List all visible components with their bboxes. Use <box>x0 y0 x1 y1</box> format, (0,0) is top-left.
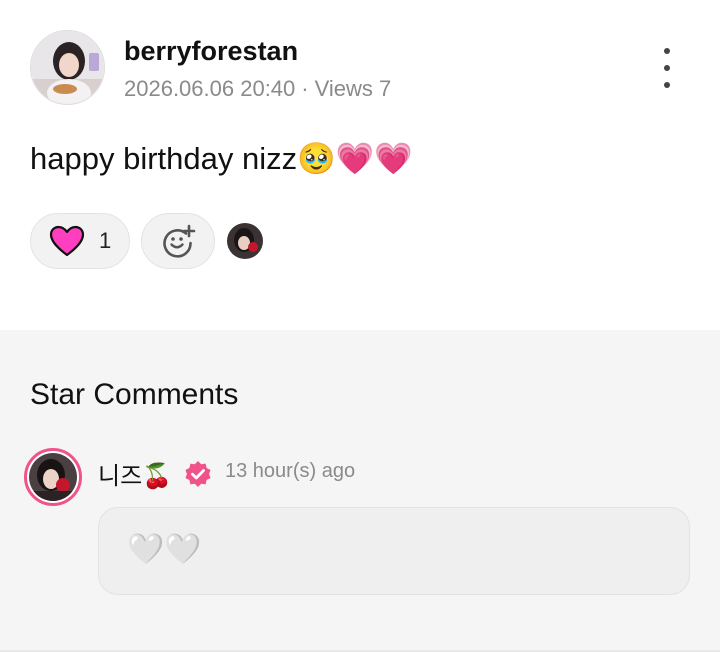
comment-bubble: 🤍🤍 <box>98 507 690 595</box>
star-comments-section: Star Comments 니즈🍒 13 hour(s) ago 🤍🤍 <box>0 330 720 652</box>
more-dot <box>664 65 670 71</box>
post-views: Views 7 <box>314 76 392 101</box>
post-body: happy birthday nizz🥹💗💗 <box>30 141 413 176</box>
more-vertical-icon <box>664 48 670 54</box>
like-button[interactable]: 1 <box>30 213 130 269</box>
meta-separator: · <box>301 76 309 101</box>
post-date: 2026.06.06 20:40 <box>124 76 296 101</box>
post-meta: 2026.06.06 20:40 · Views 7 <box>124 76 391 102</box>
heart-icon <box>49 225 85 257</box>
more-options-button[interactable] <box>652 48 682 88</box>
comment-author-avatar[interactable] <box>24 448 82 506</box>
verified-badge-icon <box>185 460 211 487</box>
reactor-avatar[interactable] <box>227 223 263 259</box>
like-count: 1 <box>99 228 112 253</box>
section-title: Star Comments <box>30 378 239 411</box>
comment-author-name: 니즈🍒 <box>98 463 173 490</box>
add-reaction-button[interactable] <box>141 213 215 269</box>
reaction-bar: 1 <box>30 213 263 269</box>
smiley-plus-icon <box>163 224 196 258</box>
comment-author[interactable]: 니즈🍒 <box>98 456 212 491</box>
author-avatar[interactable] <box>30 30 105 105</box>
author-username[interactable]: berryforestan <box>124 36 298 67</box>
comment-timestamp: 13 hour(s) ago <box>225 460 356 482</box>
post-card: berryforestan 2026.06.06 20:40 · Views 7 h… <box>0 0 720 330</box>
more-dot <box>664 82 670 88</box>
comment-text: 🤍🤍 <box>127 533 202 566</box>
